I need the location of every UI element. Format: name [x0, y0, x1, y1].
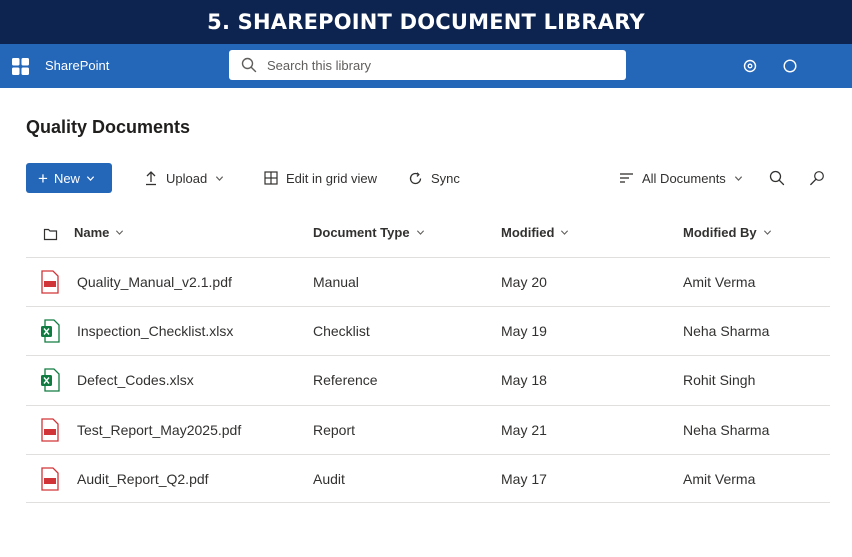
pdf-file-icon — [41, 418, 59, 442]
filter-lines-icon — [620, 173, 633, 183]
help-icon[interactable] — [781, 57, 799, 75]
pdf-file-icon — [41, 270, 59, 294]
document-type-cell: Reference — [313, 372, 378, 388]
table-row[interactable]: Inspection_Checklist.xlsx Checklist May … — [26, 306, 830, 355]
file-name-link[interactable]: Inspection_Checklist.xlsx — [77, 323, 233, 339]
column-header-modified[interactable]: Modified — [501, 225, 569, 240]
column-header-modified-by[interactable]: Modified By — [683, 225, 772, 240]
column-header-name[interactable]: Name — [74, 225, 124, 240]
upload-label: Upload — [166, 170, 208, 186]
modified-by-cell: Neha Sharma — [683, 422, 770, 438]
column-header-document-type[interactable]: Document Type — [313, 225, 425, 240]
excel-file-icon — [41, 319, 60, 343]
new-button[interactable]: + New — [26, 163, 112, 193]
library-search-icon[interactable] — [769, 170, 785, 186]
library-page: Quality Documents + New Upload Edit in g… — [0, 88, 852, 557]
title-banner: 5. SHAREPOINT DOCUMENT LIBRARY — [0, 0, 852, 44]
chevron-down-icon — [86, 175, 95, 181]
excel-file-icon — [41, 368, 60, 392]
modified-by-cell: Amit Verma — [683, 471, 756, 487]
file-type-icon[interactable] — [43, 227, 58, 241]
banner-title: 5. SHAREPOINT DOCUMENT LIBRARY — [207, 10, 645, 34]
column-header-name-label: Name — [74, 225, 110, 240]
chevron-down-icon — [561, 230, 569, 235]
app-launcher-icon[interactable] — [11, 57, 30, 76]
file-name-link[interactable]: Defect_Codes.xlsx — [77, 372, 194, 388]
sync-button[interactable]: Sync — [408, 168, 460, 188]
column-header-modified-label: Modified — [501, 225, 555, 240]
suite-bar: SharePoint Search this library — [0, 44, 852, 88]
sync-icon — [409, 171, 422, 184]
search-placeholder: Search this library — [267, 57, 372, 73]
app-name[interactable]: SharePoint — [45, 58, 109, 73]
grid-icon — [264, 171, 278, 185]
new-button-label: New — [53, 170, 80, 186]
modified-cell: May 19 — [501, 323, 547, 339]
upload-icon — [146, 171, 156, 186]
filter-search-icon[interactable] — [809, 170, 825, 186]
chevron-down-icon — [763, 230, 771, 235]
modified-cell: May 20 — [501, 274, 547, 290]
sync-label: Sync — [431, 170, 460, 186]
file-name-link[interactable]: Test_Report_May2025.pdf — [77, 422, 241, 438]
document-type-cell: Audit — [313, 471, 345, 487]
chevron-down-icon — [734, 175, 742, 181]
search-icon — [241, 57, 257, 73]
modified-by-cell: Amit Verma — [683, 274, 756, 290]
column-header-modified-by-label: Modified By — [683, 225, 757, 240]
search-input[interactable]: Search this library — [229, 50, 626, 80]
chevron-down-icon — [116, 230, 124, 235]
modified-cell: May 21 — [501, 422, 547, 438]
settings-icon[interactable] — [741, 57, 759, 75]
chevron-down-icon — [216, 175, 224, 181]
modified-by-cell: Rohit Singh — [683, 372, 756, 388]
column-header-document-type-label: Document Type — [313, 225, 410, 240]
edit-grid-view-button[interactable]: Edit in grid view — [264, 168, 377, 188]
modified-cell: May 17 — [501, 471, 547, 487]
table-row[interactable]: Defect_Codes.xlsx Reference May 18 Rohit… — [26, 355, 830, 404]
plus-icon: + — [38, 168, 48, 188]
table-row[interactable]: Quality_Manual_v2.1.pdf Manual May 20 Am… — [26, 257, 830, 306]
upload-button[interactable]: Upload — [144, 168, 224, 188]
view-selector[interactable]: All Documents — [619, 168, 743, 188]
table-row[interactable]: Audit_Report_Q2.pdf Audit May 17 Amit Ve… — [26, 454, 830, 503]
document-type-cell: Manual — [313, 274, 359, 290]
file-name-link[interactable]: Audit_Report_Q2.pdf — [77, 471, 209, 487]
document-type-cell: Report — [313, 422, 356, 438]
chevron-down-icon — [416, 230, 424, 235]
document-type-cell: Checklist — [313, 323, 370, 339]
pdf-file-icon — [41, 467, 59, 491]
page-title: Quality Documents — [26, 117, 191, 137]
modified-by-cell: Neha Sharma — [683, 323, 770, 339]
modified-cell: May 18 — [501, 372, 547, 388]
view-selector-label: All Documents — [642, 170, 726, 186]
table-row[interactable]: Test_Report_May2025.pdf Report May 21 Ne… — [26, 405, 830, 454]
file-name-link[interactable]: Quality_Manual_v2.1.pdf — [77, 274, 232, 290]
edit-grid-view-label: Edit in grid view — [286, 170, 378, 186]
